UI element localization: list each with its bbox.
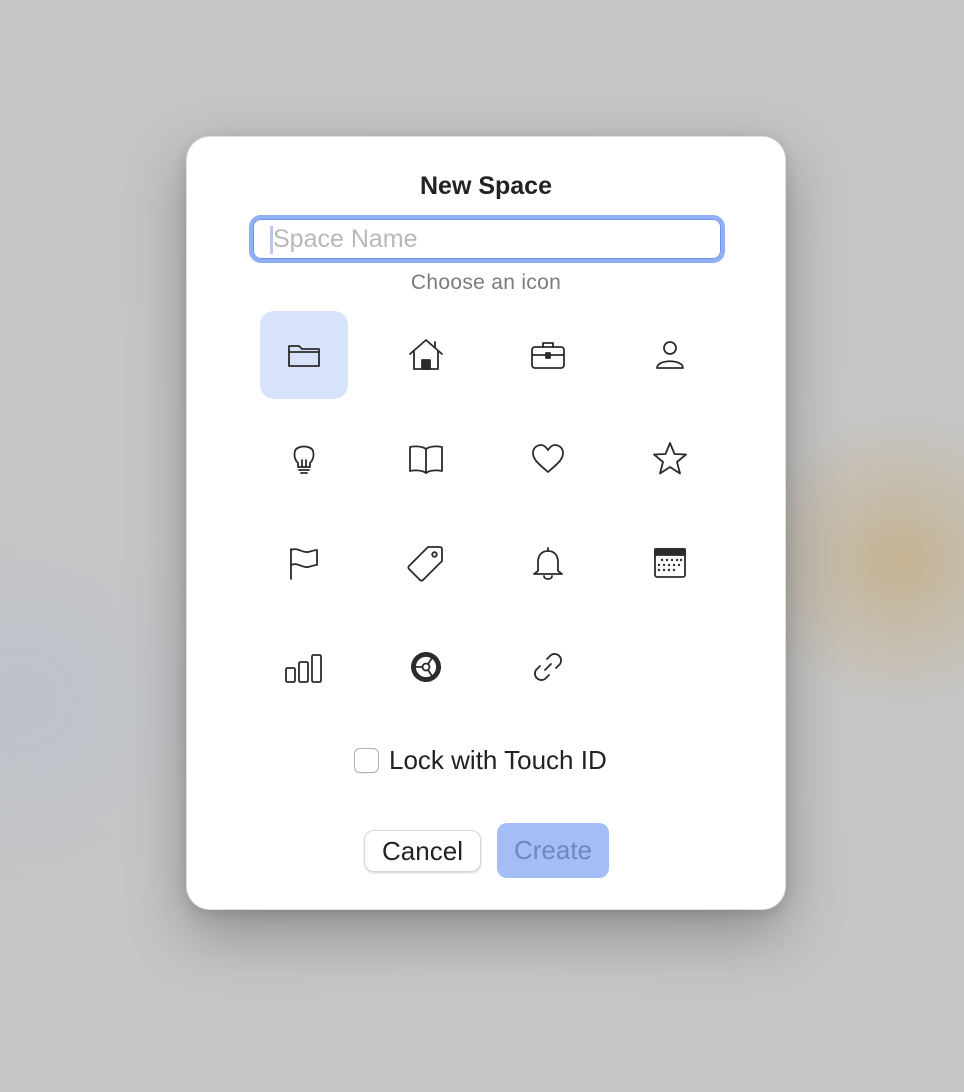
- icon-option-chart-bar[interactable]: [260, 623, 348, 711]
- bell-icon: [533, 547, 563, 580]
- icon-option-person[interactable]: [626, 311, 714, 399]
- star-icon: [653, 442, 687, 475]
- icon-option-heart[interactable]: [504, 415, 592, 503]
- icon-option-flag[interactable]: [260, 519, 348, 607]
- link-icon: [534, 653, 562, 681]
- icon-grid: [260, 311, 748, 711]
- icon-option-tag[interactable]: [382, 519, 470, 607]
- icon-option-briefcase[interactable]: [504, 311, 592, 399]
- new-space-dialog: New Space Choose an icon: [186, 136, 786, 910]
- touch-id-checkbox[interactable]: [354, 748, 379, 773]
- lightbulb-icon: [293, 445, 315, 474]
- book-icon: [409, 445, 443, 474]
- icon-option-house[interactable]: [382, 311, 470, 399]
- gear-icon: [411, 652, 441, 682]
- icon-option-book[interactable]: [382, 415, 470, 503]
- create-button[interactable]: Create: [497, 823, 609, 878]
- chart-bar-icon: [285, 654, 322, 683]
- person-icon: [656, 341, 684, 369]
- icon-option-gear[interactable]: [382, 623, 470, 711]
- space-name-input[interactable]: [249, 215, 725, 263]
- tag-icon: [407, 546, 443, 582]
- touch-id-label[interactable]: Lock with Touch ID: [389, 745, 607, 776]
- heart-icon: [532, 444, 564, 473]
- icon-option-folder[interactable]: [260, 311, 348, 399]
- text-caret: [270, 226, 273, 254]
- dialog-title: New Space: [419, 172, 552, 200]
- icon-option-bell[interactable]: [504, 519, 592, 607]
- calendar-icon: [654, 548, 686, 578]
- folder-icon: [288, 345, 320, 367]
- cancel-button[interactable]: Cancel: [364, 830, 481, 872]
- icon-option-calendar[interactable]: [626, 519, 714, 607]
- icon-option-link[interactable]: [504, 623, 592, 711]
- icon-option-lightbulb[interactable]: [260, 415, 348, 503]
- touch-id-row[interactable]: Lock with Touch ID: [354, 745, 607, 776]
- icon-option-star[interactable]: [626, 415, 714, 503]
- flag-icon: [290, 548, 318, 580]
- house-icon: [409, 339, 443, 370]
- choose-icon-label: Choose an icon: [410, 271, 562, 294]
- briefcase-icon: [531, 342, 565, 369]
